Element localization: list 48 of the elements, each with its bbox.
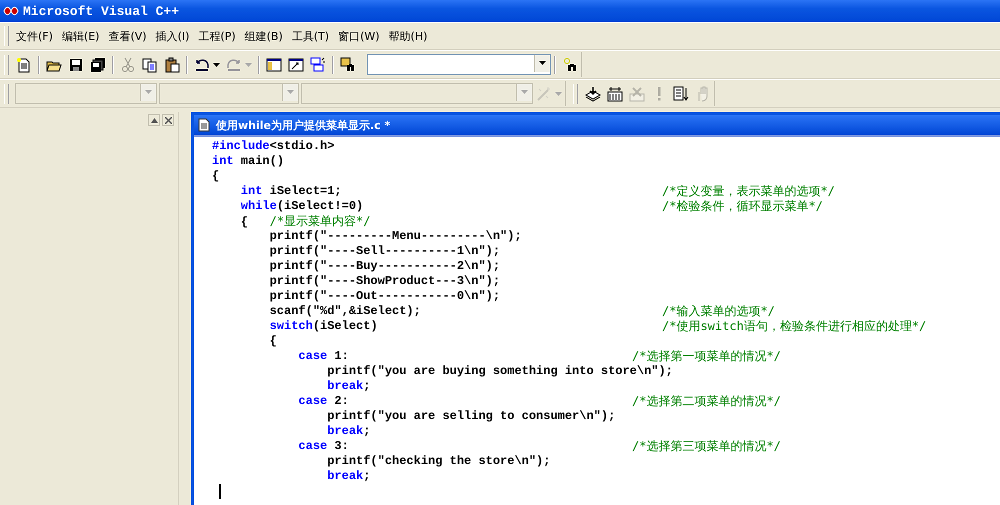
code-line: break;	[326, 469, 370, 483]
code-line: {	[212, 169, 220, 183]
code-line: printf("----Out-----------0\n");	[268, 289, 500, 303]
menu-item[interactable]: 查看(V)	[105, 26, 153, 46]
code-line: break;	[326, 424, 370, 438]
code-line: {	[268, 334, 277, 348]
code-line: while(iSelect!=0)	[240, 199, 364, 213]
code-editor[interactable]	[194, 135, 1000, 505]
code-line: break;	[326, 379, 370, 393]
menu-item[interactable]: 文件(F)	[13, 26, 59, 46]
caret-icon[interactable]	[534, 55, 550, 72]
code-line: printf("----ShowProduct---3\n");	[268, 274, 500, 288]
code-comment: /*选择第二项菜单的情况*/	[632, 394, 781, 409]
caret-icon[interactable]	[213, 62, 220, 66]
code-line: switch(iSelect)	[268, 319, 378, 333]
document-icon	[198, 118, 210, 132]
maximize-panel-icon[interactable]	[148, 114, 160, 126]
code-line: printf("---------Menu---------\n");	[268, 229, 522, 243]
code-line: case 1:	[297, 349, 349, 363]
code-line: case 2:	[297, 394, 349, 408]
code-line: printf("----Buy-----------2\n");	[268, 259, 500, 273]
menu-item[interactable]: 组建(B)	[242, 26, 289, 46]
code-comment: /*使用switch语句，检验条件进行相应的处理*/	[662, 319, 926, 334]
code-line: printf("----Sell----------1\n");	[268, 244, 500, 258]
menu-item[interactable]: 工程(P)	[195, 26, 242, 46]
code-line: printf("checking the store\n");	[326, 454, 550, 468]
document-title: 使用while为用户提供菜单显示.c *	[216, 118, 390, 132]
menu-item[interactable]: 编辑(E)	[58, 26, 106, 46]
code-comment: /*输入菜单的选项*/	[662, 304, 775, 319]
window-title: Microsoft Visual C++	[23, 4, 180, 18]
code-line: case 3:	[297, 439, 349, 453]
menu-item[interactable]: 插入(I)	[152, 26, 196, 46]
menu-item[interactable]: 工具(T)	[288, 26, 336, 46]
code-line: int main()	[212, 154, 284, 168]
code-comment: /*定义变量，表示菜单的选项*/	[662, 184, 835, 199]
code-comment: /*检验条件，循环显示菜单*/	[662, 199, 823, 214]
code-line: int iSelect=1;	[240, 184, 342, 198]
code-comment: /*选择第三项菜单的情况*/	[632, 439, 781, 454]
code-line: printf("you are buying something into store\n");	[326, 364, 673, 378]
close-icon[interactable]	[162, 114, 174, 126]
code-line: printf("you are selling to consumer\n");	[326, 409, 616, 423]
menu-item[interactable]: 帮助(H)	[386, 26, 434, 46]
code-comment: /*选择第一项菜单的情况*/	[632, 349, 781, 364]
infinity-logo-icon	[3, 4, 19, 18]
code-line: scanf("%d",&iSelect);	[268, 304, 421, 318]
code-line: { /*显示菜单内容*/	[240, 215, 371, 229]
menu-item[interactable]: 窗口(W)	[335, 26, 386, 46]
code-line: #include<stdio.h>	[212, 139, 334, 153]
